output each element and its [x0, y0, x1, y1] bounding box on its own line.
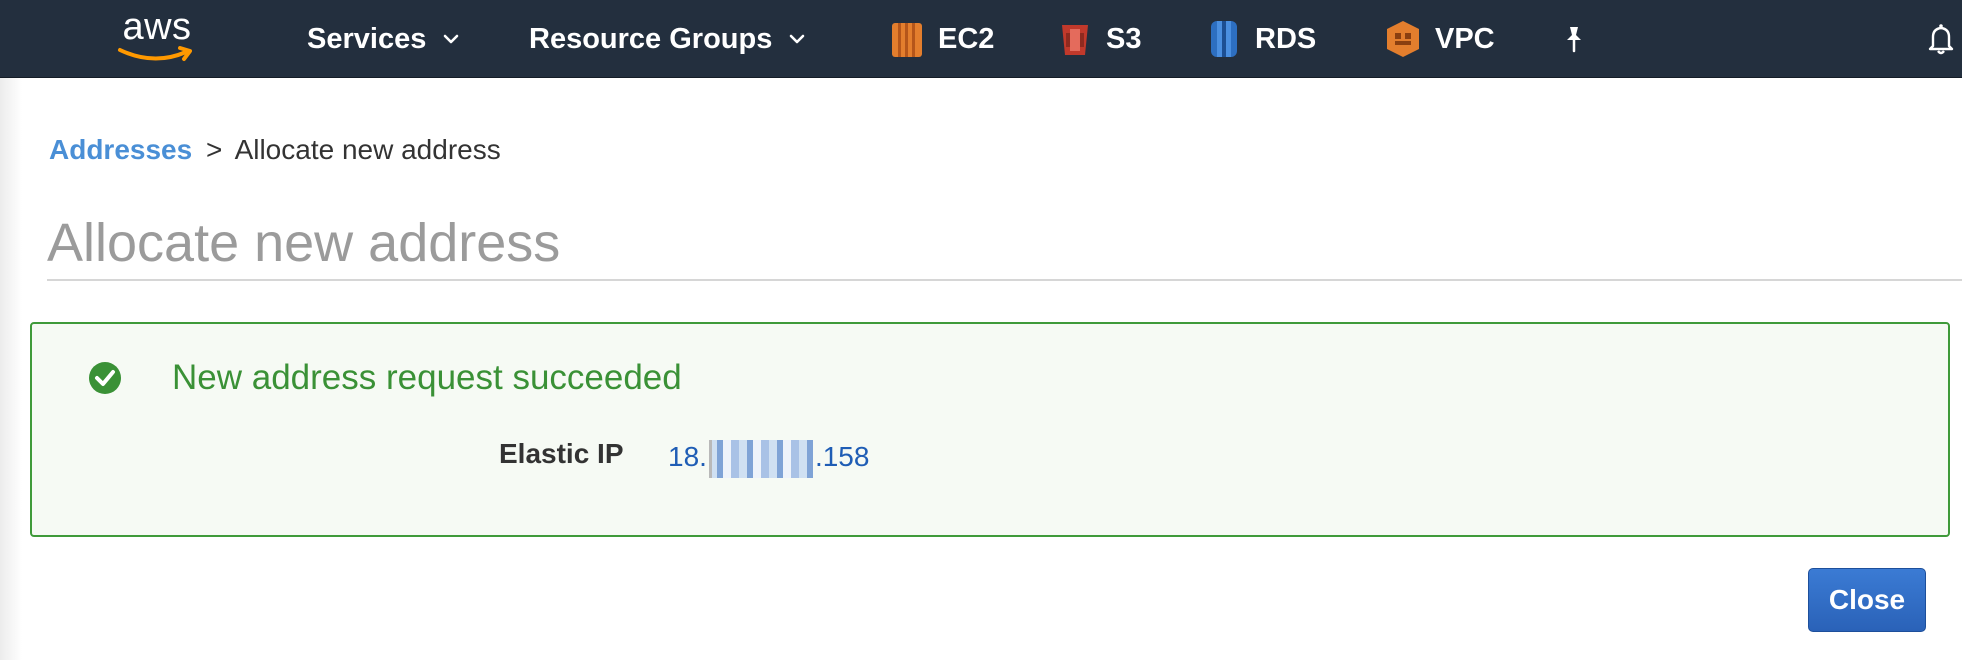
vpc-label: VPC	[1435, 22, 1495, 55]
title-divider	[47, 279, 1962, 281]
shortcut-s3[interactable]: S3	[1058, 0, 1141, 78]
vpc-icon	[1385, 19, 1421, 59]
bell-icon[interactable]	[1924, 0, 1958, 78]
breadcrumb-separator: >	[205, 134, 223, 165]
elastic-ip-label: Elastic IP	[499, 438, 624, 469]
elastic-ip-prefix: 18.	[668, 441, 707, 472]
redacted-ip-segment	[708, 440, 813, 478]
resource-groups-menu[interactable]: Resource Groups	[529, 0, 806, 78]
resource-groups-label: Resource Groups	[529, 22, 773, 55]
services-menu[interactable]: Services	[307, 0, 460, 78]
top-navigation-bar: aws Services Resource Groups EC2 S3 RDS …	[0, 0, 1962, 78]
elastic-ip-link[interactable]: 18. .158	[668, 438, 870, 478]
aws-smile-icon	[118, 46, 192, 61]
shortcut-ec2[interactable]: EC2	[890, 0, 994, 78]
s3-icon	[1058, 19, 1092, 59]
check-circle-icon	[88, 361, 122, 395]
breadcrumb-link-addresses[interactable]: Addresses	[49, 134, 192, 165]
page-title: Allocate new address	[47, 213, 561, 273]
breadcrumb: Addresses > Allocate new address	[49, 134, 501, 166]
ec2-label: EC2	[938, 22, 995, 55]
rds-icon	[1207, 19, 1241, 59]
s3-label: S3	[1106, 22, 1142, 55]
success-alert: New address request succeeded Elastic IP…	[30, 322, 1950, 537]
ec2-icon	[890, 19, 924, 59]
alert-title: New address request succeeded	[172, 358, 682, 397]
elastic-ip-suffix: .158	[814, 441, 870, 472]
rds-label: RDS	[1255, 22, 1317, 55]
aws-logo[interactable]: aws	[114, 6, 200, 66]
shortcut-vpc[interactable]: VPC	[1385, 0, 1495, 78]
left-panel-edge	[0, 78, 22, 660]
services-label: Services	[307, 22, 427, 55]
aws-logo-text: aws	[122, 6, 192, 48]
close-button[interactable]: Close	[1808, 568, 1926, 632]
shortcut-rds[interactable]: RDS	[1207, 0, 1316, 78]
pin-icon[interactable]	[1560, 0, 1588, 78]
chevron-down-icon	[442, 33, 460, 45]
breadcrumb-current: Allocate new address	[234, 134, 501, 165]
chevron-down-icon	[788, 33, 806, 45]
